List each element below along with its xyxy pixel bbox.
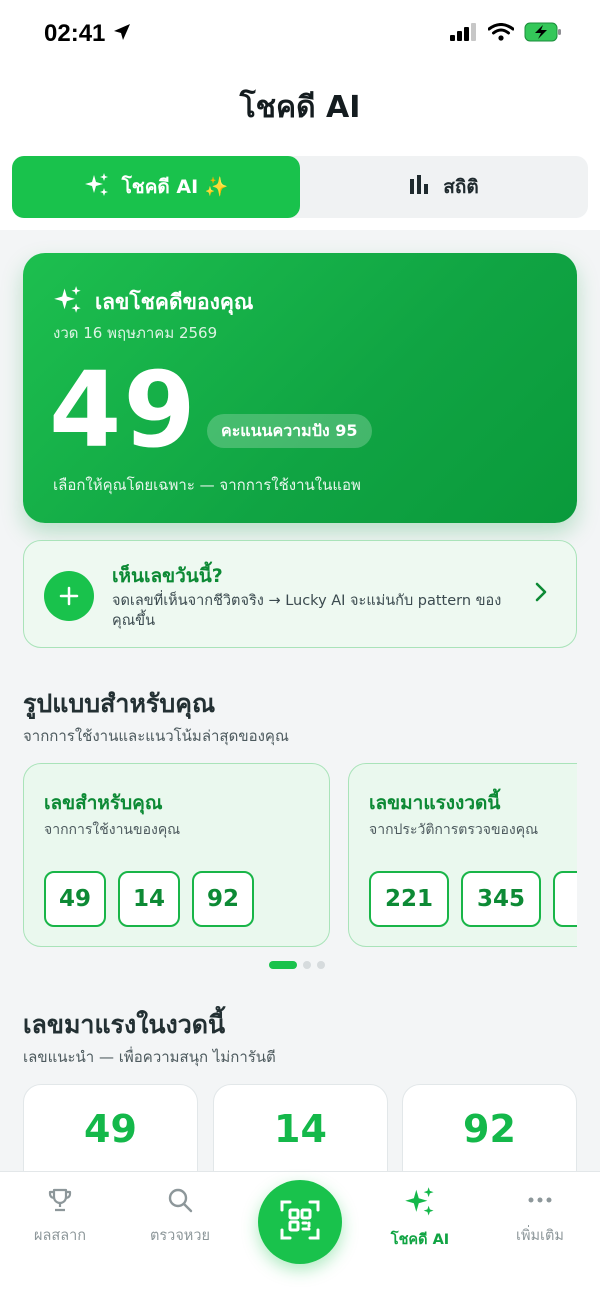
- lucky-number: 49: [49, 349, 198, 471]
- tab-lucky-ai[interactable]: โชคดี AI ✨: [12, 156, 300, 218]
- search-icon: [166, 1188, 194, 1218]
- tab-results[interactable]: ผลสลาก: [10, 1186, 110, 1247]
- battery-charging-icon: [524, 22, 562, 46]
- page-dot[interactable]: [303, 961, 311, 969]
- number-chips: 221 345 8: [369, 871, 577, 927]
- cellular-signal-icon: [450, 23, 478, 45]
- hot-numbers-title: เลขมาแรงในงวดนี้: [23, 1010, 226, 1039]
- location-arrow-icon: [112, 22, 132, 46]
- lucky-number-hero-card[interactable]: เลขโชคดีของคุณ งวด 16 พฤษภาคม 2569 49 คะ…: [23, 253, 577, 523]
- hero-title: เลขโชคดีของคุณ: [95, 289, 254, 314]
- more-dots-icon: [526, 1197, 554, 1218]
- segmented-control: โชคดี AI ✨ สถิติ: [12, 156, 588, 218]
- tab-lucky-ai-label: โชคดี AI ✨: [121, 176, 229, 198]
- hot-number: 49: [84, 1107, 137, 1151]
- tab-lucky-ai-nav[interactable]: โชคดี AI: [370, 1186, 470, 1251]
- chevron-right-icon: [534, 581, 548, 607]
- tab-more-label: เพิ่มเติม: [515, 1228, 564, 1244]
- page-title: โชคดี AI: [239, 90, 361, 125]
- pattern-card-for-you[interactable]: เลขสำหรับคุณ จากการใช้งานของคุณ 49 14 92: [23, 763, 330, 947]
- wifi-icon: [487, 23, 515, 45]
- tab-results-label: ผลสลาก: [33, 1228, 87, 1244]
- tab-check-lottery-label: ตรวจหวย: [149, 1228, 211, 1244]
- page-dot[interactable]: [269, 961, 297, 969]
- tab-more[interactable]: เพิ่มเติม: [490, 1186, 590, 1247]
- score-badge: คะแนนความปัง 95: [207, 414, 372, 448]
- sparkles-icon: [84, 172, 110, 203]
- draw-date: งวด 16 พฤษภาคม 2569: [53, 324, 218, 342]
- hero-footer: เลือกให้คุณโดยเฉพาะ — จากการใช้งานในแอพ: [53, 476, 361, 494]
- tab-check-lottery[interactable]: ตรวจหวย: [130, 1186, 230, 1247]
- status-time: 02:41: [44, 20, 106, 47]
- patterns-subtitle: จากการใช้งานและแนวโน้มล่าสุดของคุณ: [23, 727, 289, 745]
- pattern-card-title: เลขมาแรงงวดนี้: [369, 792, 501, 814]
- tab-statistics-label: สถิติ: [443, 176, 479, 198]
- hot-numbers-subtitle: เลขแนะนำ — เพื่อความสนุก ไม่การันตี: [23, 1048, 276, 1066]
- seen-today-title: เห็นเลขวันนี้?: [112, 565, 223, 587]
- sparkles-icon: [404, 1187, 436, 1222]
- patterns-title: รูปแบบสำหรับคุณ: [23, 689, 216, 718]
- pattern-card-subtitle: จากการใช้งานของคุณ: [44, 822, 181, 838]
- hot-number: 14: [274, 1107, 327, 1151]
- number-chip[interactable]: 14: [118, 871, 180, 927]
- carousel-page-indicator[interactable]: [269, 961, 325, 969]
- tab-statistics[interactable]: สถิติ: [300, 156, 588, 218]
- pattern-carousel-overflow: เลขมาแรงงวดนี้ จากประวัติการตรวจของคุณ 2…: [348, 763, 577, 949]
- number-chip[interactable]: 345: [461, 871, 541, 927]
- number-chip[interactable]: 8: [553, 871, 577, 927]
- qr-scan-icon: [278, 1198, 322, 1246]
- bar-chart-icon: [409, 174, 431, 200]
- plus-icon[interactable]: [44, 571, 94, 621]
- seen-today-description: จดเลขที่เห็นจากชีวิตจริง → Lucky AI จะแม…: [112, 593, 502, 629]
- sparkles-icon: [53, 285, 83, 319]
- pattern-card-trending[interactable]: เลขมาแรงงวดนี้ จากประวัติการตรวจของคุณ 2…: [348, 763, 577, 947]
- tab-lucky-ai-nav-label: โชคดี AI: [390, 1232, 450, 1248]
- status-bar: 02:41: [0, 0, 600, 66]
- hot-number: 92: [463, 1107, 516, 1151]
- number-chip[interactable]: 92: [192, 871, 254, 927]
- page-dot[interactable]: [317, 961, 325, 969]
- pattern-card-subtitle: จากประวัติการตรวจของคุณ: [369, 822, 539, 838]
- seen-number-today-card[interactable]: เห็นเลขวันนี้? จดเลขที่เห็นจากชีวิตจริง …: [23, 540, 577, 648]
- app-header: โชคดี AI โชคดี AI ✨ สถิติ: [0, 66, 600, 230]
- number-chip[interactable]: 49: [44, 871, 106, 927]
- number-chips: 49 14 92: [44, 871, 254, 927]
- pattern-card-title: เลขสำหรับคุณ: [44, 792, 163, 814]
- number-chip[interactable]: 221: [369, 871, 449, 927]
- trophy-icon: [46, 1188, 74, 1218]
- qr-scan-button[interactable]: [258, 1180, 342, 1264]
